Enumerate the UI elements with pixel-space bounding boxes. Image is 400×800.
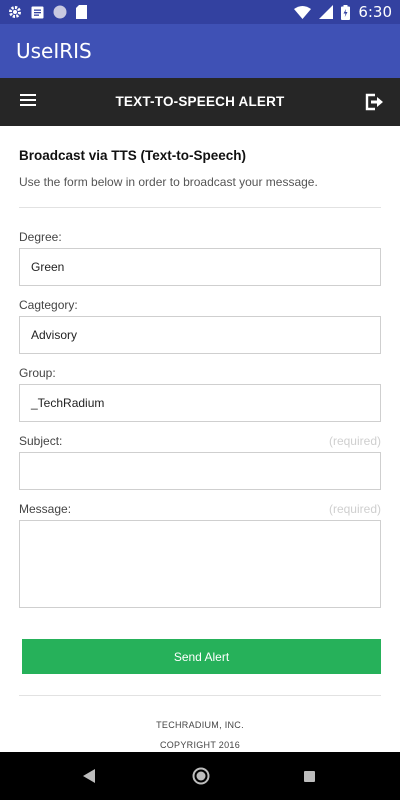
group-field-group: Group: _TechRadium	[19, 366, 381, 422]
sd-card-icon	[76, 5, 87, 19]
app-title: UseIRIS	[16, 39, 92, 63]
footer-divider	[19, 695, 381, 696]
page-header: TEXT-TO-SPEECH ALERT	[0, 78, 400, 126]
degree-select[interactable]: Green	[19, 248, 381, 286]
group-label: Group:	[19, 366, 56, 380]
subject-required-hint: (required)	[328, 434, 381, 448]
system-nav-bar	[0, 752, 400, 800]
category-label: Cagtegory:	[19, 298, 78, 312]
message-required-hint: (required)	[328, 502, 381, 516]
back-icon[interactable]	[83, 769, 96, 788]
page-title: TEXT-TO-SPEECH ALERT	[115, 94, 285, 109]
recent-apps-icon[interactable]	[304, 771, 315, 782]
subject-label: Subject:	[19, 434, 63, 448]
logout-icon[interactable]	[364, 92, 384, 112]
form-title: Broadcast via TTS (Text-to-Speech)	[19, 148, 247, 163]
message-field-group: Message: (required)	[19, 502, 381, 608]
category-select[interactable]: Advisory	[19, 316, 381, 354]
signal-icon	[319, 5, 334, 19]
form-description: Use the form below in order to broadcast…	[19, 175, 318, 189]
degree-label: Degree:	[19, 230, 62, 244]
battery-charging-icon	[341, 4, 351, 20]
wifi-icon	[294, 5, 312, 19]
menu-icon[interactable]	[20, 94, 36, 108]
status-bar: 6:30	[0, 0, 400, 24]
home-icon[interactable]	[192, 767, 210, 790]
alert-form: Broadcast via TTS (Text-to-Speech) Use t…	[19, 126, 381, 608]
category-value: Advisory	[31, 328, 78, 342]
gear-icon	[8, 5, 22, 19]
group-value: _TechRadium	[31, 396, 105, 410]
footer-company: TECHRADIUM, INC.	[156, 720, 244, 730]
divider	[19, 207, 381, 208]
status-time: 6:30	[358, 3, 392, 21]
subject-input[interactable]	[19, 452, 381, 490]
group-select[interactable]: _TechRadium	[19, 384, 381, 422]
footer-copyright: COPYRIGHT 2016	[159, 740, 241, 750]
app-bar: UseIRIS	[0, 24, 400, 78]
message-label: Message:	[19, 502, 72, 516]
subject-field-group: Subject: (required)	[19, 434, 381, 490]
message-textarea[interactable]	[19, 520, 381, 608]
category-field-group: Cagtegory: Advisory	[19, 298, 381, 354]
degree-value: Green	[31, 260, 65, 274]
circle-icon	[53, 5, 67, 19]
send-alert-button[interactable]: Send Alert	[22, 639, 381, 674]
degree-field-group: Degree: Green	[19, 230, 381, 286]
message-icon	[31, 6, 44, 19]
